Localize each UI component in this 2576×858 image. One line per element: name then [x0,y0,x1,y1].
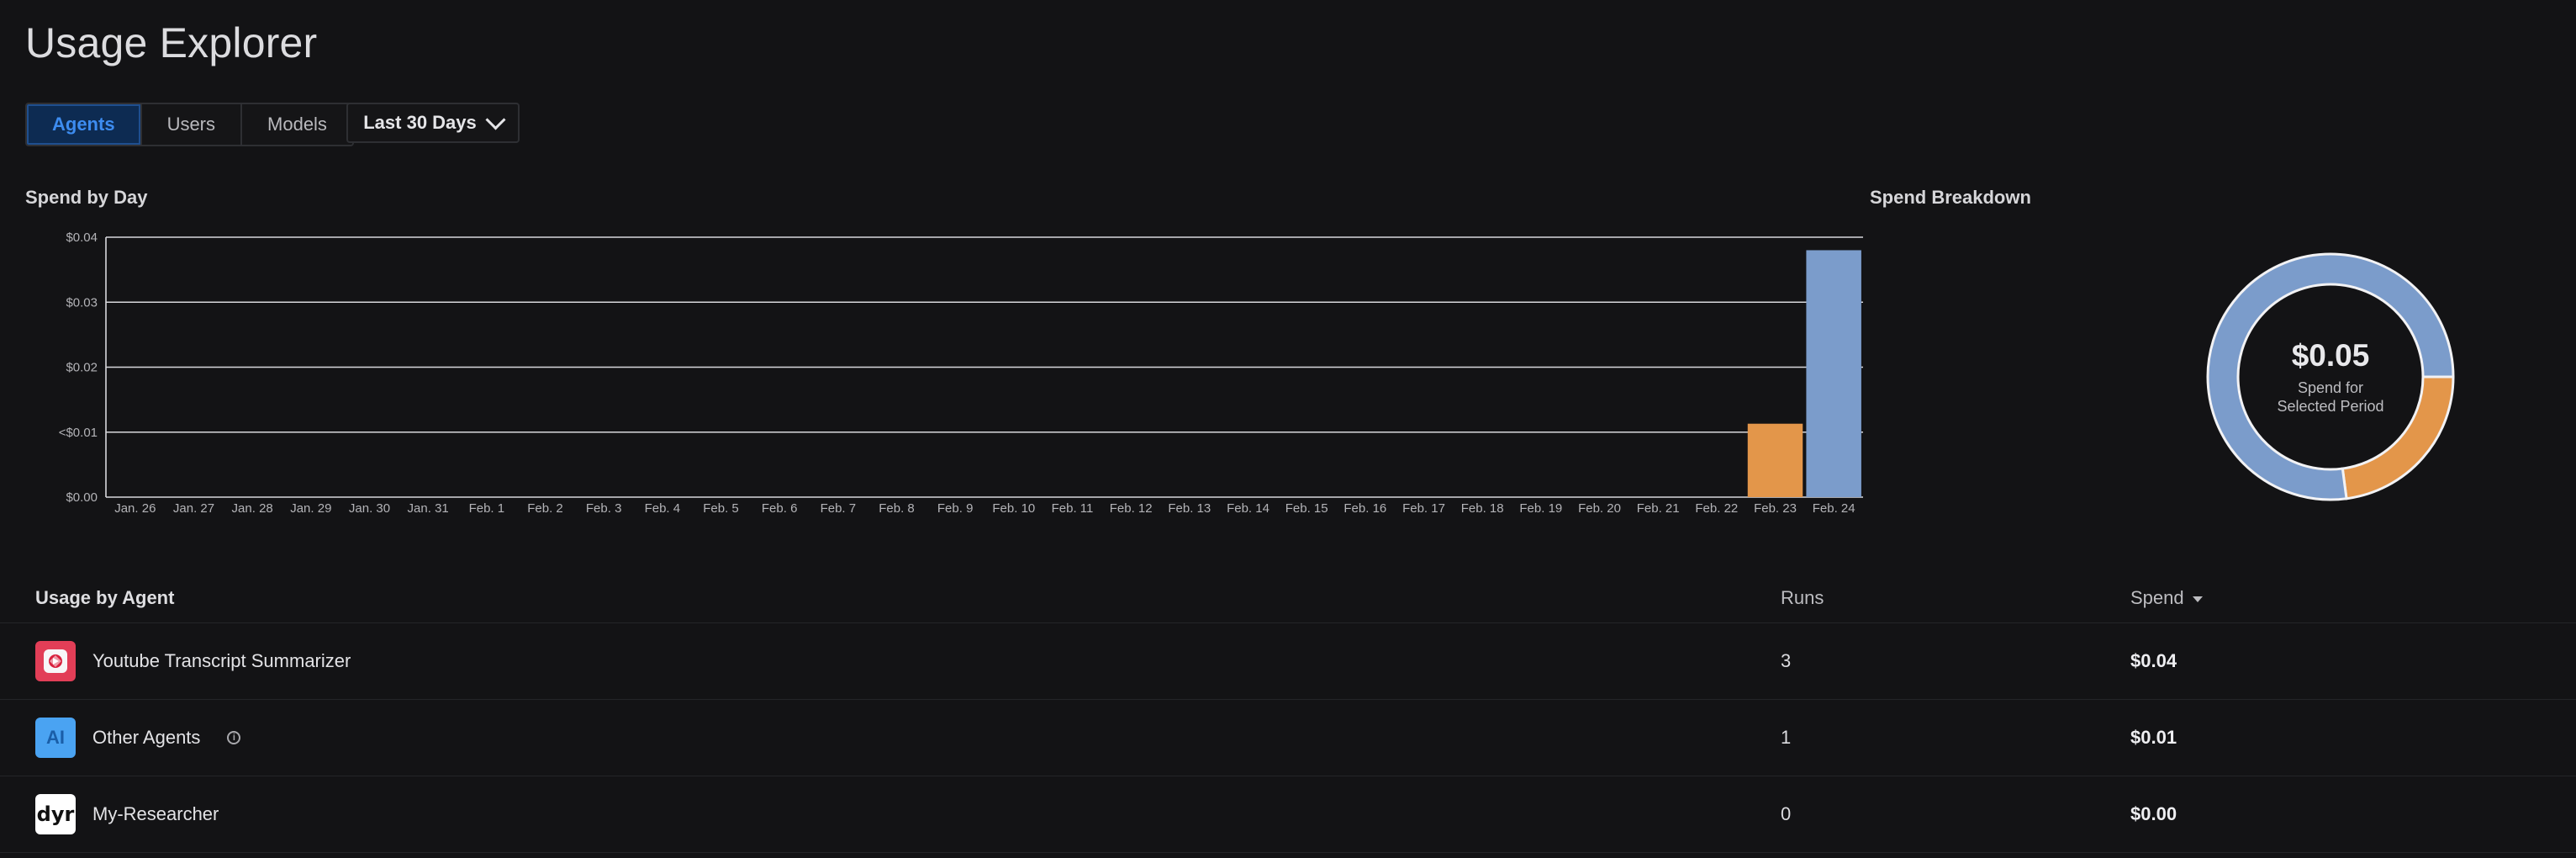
x-tick-label: Feb. 1 [469,501,505,516]
x-tick-label: Jan. 29 [290,501,331,516]
runs-value: 3 [1781,650,1792,671]
agent-name: Youtube Transcript Summarizer [92,650,351,671]
x-tick-label: Feb. 16 [1343,501,1386,516]
agent-name: Other Agents [92,727,201,748]
usage-table: Usage by Agent Runs Spend Youtube Transc… [0,572,2576,853]
agent-cell: AI Other Agents i [35,700,241,776]
x-tick-label: Feb. 6 [762,501,798,516]
column-header-runs[interactable]: Runs [1781,587,1824,609]
page-title: Usage Explorer [25,19,318,66]
column-header-spend[interactable]: Spend [2130,587,2203,609]
x-tick-label: Feb. 18 [1461,501,1504,516]
x-tick-label: Feb. 24 [1813,501,1855,516]
x-tick-label: Feb. 12 [1110,501,1153,516]
x-tick-label: Feb. 2 [527,501,563,516]
x-tick-label: Feb. 19 [1519,501,1562,516]
runs-value: 1 [1781,727,1792,748]
agent-name: My-Researcher [92,803,219,824]
tab-models[interactable]: Models [242,104,352,145]
agent-cell: Youtube Transcript Summarizer [35,623,351,699]
x-tick-label: Jan. 30 [349,501,390,516]
x-tick-label: Jan. 31 [408,501,449,516]
spend-breakdown-title: Spend Breakdown [1870,187,2031,208]
y-tick-label: $0.03 [66,295,98,310]
bar[interactable] [1747,423,1803,497]
x-tick-label: Feb. 5 [703,501,739,516]
bar[interactable] [1806,250,1861,497]
youtube-summarizer-icon [35,641,76,681]
spend-value: $0.01 [2130,727,2177,748]
table-row[interactable]: Youtube Transcript Summarizer 3 $0.04 [0,623,2576,700]
x-tick-label: Feb. 8 [879,501,915,516]
ai-icon-text: AI [46,727,65,748]
x-tick-label: Jan. 28 [232,501,273,516]
y-tick-label: <$0.01 [59,426,98,440]
usage-table-title: Usage by Agent [35,587,175,608]
spend-by-day-chart: $0.00 <$0.01 $0.02 $0.03 $0.04 Jan. 26 Jan. 27… [59,230,1863,516]
x-tick-label: Feb. 17 [1402,501,1445,516]
x-tick-label: Feb. 15 [1285,501,1328,516]
y-tick-label: $0.00 [66,490,98,505]
y-tick-label: $0.04 [66,230,98,245]
spend-value: $0.00 [2130,803,2177,824]
table-header: Usage by Agent Runs Spend [0,572,2576,623]
dyr-icon-text: dyr [36,802,75,826]
spend-by-day-title: Spend by Day [25,187,148,208]
period-select[interactable]: Last 30 Days [346,103,520,143]
spend-value: $0.04 [2130,650,2177,671]
x-tick-label: Feb. 13 [1168,501,1211,516]
x-tick-label: Feb. 3 [586,501,622,516]
runs-value: 0 [1781,803,1792,824]
table-row[interactable]: dyr My-Researcher 0 $0.00 [0,776,2576,853]
chevron-down-icon [485,109,506,130]
info-icon[interactable]: i [227,731,241,744]
ai-icon: AI [35,718,76,758]
dyr-icon: dyr [35,794,76,834]
view-tabs: Agents Users Models [25,103,354,146]
y-tick-label: $0.02 [66,361,98,375]
x-tick-label: Feb. 22 [1695,501,1738,516]
column-header-spend-label: Spend [2130,587,2184,608]
x-tick-label: Feb. 4 [645,501,681,516]
table-row[interactable]: AI Other Agents i 1 $0.01 [0,700,2576,776]
tab-users[interactable]: Users [141,104,243,145]
x-tick-label: Feb. 7 [821,501,857,516]
x-tick-label: Feb. 21 [1637,501,1680,516]
spend-breakdown-donut [2206,252,2455,501]
sort-desc-icon [2192,596,2203,602]
x-tick-label: Feb. 20 [1578,501,1621,516]
x-tick-label: Feb. 9 [937,501,974,516]
x-tick-label: Jan. 26 [114,501,156,516]
period-select-label: Last 30 Days [363,112,477,133]
x-tick-label: Feb. 10 [992,501,1035,516]
x-tick-label: Feb. 23 [1754,501,1797,516]
donut-slice[interactable] [2341,375,2455,500]
agent-cell: dyr My-Researcher [35,776,219,852]
x-tick-label: Feb. 14 [1227,501,1270,516]
x-tick-label: Jan. 27 [173,501,214,516]
x-tick-label: Feb. 11 [1052,501,1094,516]
tab-agents[interactable]: Agents [27,104,142,145]
